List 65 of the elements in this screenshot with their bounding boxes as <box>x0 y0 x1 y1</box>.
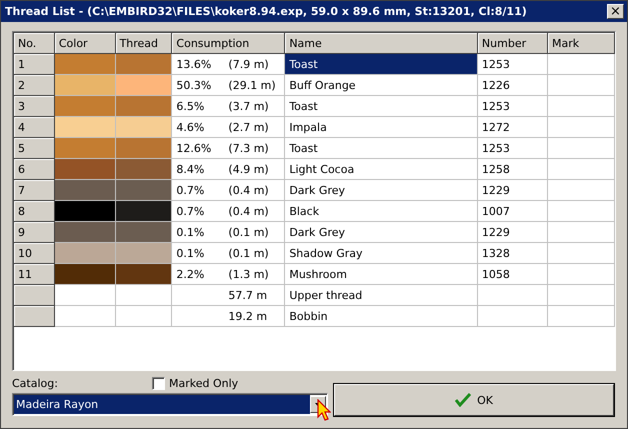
row-header[interactable]: 9 <box>14 222 54 242</box>
column-header[interactable]: Name <box>284 33 478 54</box>
row-header[interactable]: 2 <box>14 74 54 96</box>
name-cell[interactable]: Bobbin <box>284 306 478 326</box>
name-cell[interactable]: Mushroom <box>284 264 478 284</box>
number-cell: 1229 <box>477 180 548 200</box>
row-header[interactable] <box>14 284 54 306</box>
number-cell: 1253 <box>477 138 548 158</box>
column-header[interactable]: Number <box>477 33 548 54</box>
ok-button[interactable]: OK <box>334 384 614 416</box>
consumption-cell: 0.1% (0.1 m) <box>172 242 285 264</box>
number-cell: 1058 <box>477 264 548 284</box>
consumption-cell: 0.7% (0.4 m) <box>172 200 285 222</box>
column-header[interactable]: No. <box>14 33 54 54</box>
column-header[interactable]: Mark <box>548 33 614 54</box>
row-header[interactable]: 7 <box>14 180 54 200</box>
checkmark-icon <box>455 393 472 407</box>
pointer-cursor-icon <box>317 399 331 421</box>
consumption-cell: 6.5% (3.7 m) <box>172 96 285 116</box>
number-cell: 1272 <box>477 116 548 138</box>
row-header[interactable]: 11 <box>14 264 54 284</box>
row-header[interactable]: 4 <box>14 116 54 138</box>
consumption-cell: 2.2% (1.3 m) <box>172 264 285 284</box>
name-cell[interactable]: Buff Orange <box>284 74 478 96</box>
column-header[interactable]: Consumption <box>172 33 285 54</box>
name-cell[interactable]: Dark Grey <box>284 222 478 242</box>
row-header[interactable]: 8 <box>14 200 54 222</box>
name-cell[interactable]: Toast <box>284 96 478 116</box>
consumption-cell: 13.6% (7.9 m) <box>172 54 285 74</box>
row-header[interactable] <box>14 306 54 326</box>
number-cell: 1253 <box>477 54 548 74</box>
number-cell: 1328 <box>477 242 548 264</box>
name-cell[interactable]: Upper thread <box>284 284 478 306</box>
row-header[interactable]: 6 <box>14 158 54 180</box>
row-header[interactable]: 1 <box>14 54 54 74</box>
name-cell[interactable]: Toast <box>284 54 478 74</box>
consumption-cell: 0.1% (0.1 m) <box>172 222 285 242</box>
column-header[interactable]: Thread <box>115 33 172 54</box>
row-header[interactable]: 5 <box>14 138 54 158</box>
close-button[interactable]: × <box>607 4 624 19</box>
consumption-cell: 0.7% (0.4 m) <box>172 180 285 200</box>
number-cell: 1229 <box>477 222 548 242</box>
number-cell: 1253 <box>477 96 548 116</box>
marked-only-label[interactable]: Marked Only <box>169 377 238 390</box>
consumption-cell: 50.3% (29.1 m) <box>172 74 285 96</box>
consumption-cell: 19.2 m <box>172 306 285 326</box>
consumption-cell: 8.4% (4.9 m) <box>172 158 285 180</box>
name-cell[interactable]: Dark Grey <box>284 180 478 200</box>
row-header[interactable]: 10 <box>14 242 54 264</box>
number-cell: 1007 <box>477 200 548 222</box>
name-cell[interactable]: Impala <box>284 116 478 138</box>
name-cell[interactable]: Toast <box>284 138 478 158</box>
marked-only-checkbox[interactable] <box>152 377 165 390</box>
consumption-cell: 4.6% (2.7 m) <box>172 116 285 138</box>
number-cell: 1226 <box>477 74 548 96</box>
consumption-cell: 57.7 m <box>172 284 285 306</box>
row-header[interactable]: 3 <box>14 96 54 116</box>
number-cell: 1258 <box>477 158 548 180</box>
window-title: Thread List - (C:\EMBIRD32\FILES\koker8.94.exp, 59.0 x 89.6 mm, St:13201, Cl:8/11) <box>5 5 527 18</box>
column-header[interactable]: Color <box>54 33 116 54</box>
consumption-cell: 12.6% (7.3 m) <box>172 138 285 158</box>
name-cell[interactable]: Black <box>284 200 478 222</box>
catalog-label: Catalog: <box>12 377 59 390</box>
name-cell[interactable]: Shadow Gray <box>284 242 478 264</box>
name-cell[interactable]: Light Cocoa <box>284 158 478 180</box>
